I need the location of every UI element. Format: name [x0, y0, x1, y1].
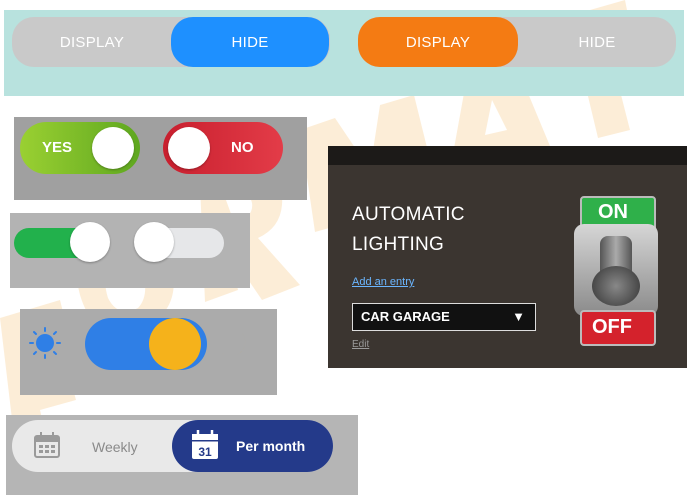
switch-base	[592, 266, 640, 306]
gray-toggle[interactable]	[134, 222, 224, 262]
location-dropdown[interactable]: CAR GARAGE ▼	[352, 303, 536, 331]
weekly-option[interactable]: Weekly	[92, 439, 138, 455]
display-option-2-selected[interactable]: DISPLAY	[358, 17, 518, 67]
lighting-title-line2: LIGHTING	[352, 234, 445, 255]
calendar-day-number: 31	[198, 445, 212, 459]
day-night-toggle[interactable]	[85, 318, 207, 370]
toggle-switch[interactable]: ON OFF	[574, 196, 658, 346]
per-month-option-selected[interactable]: 31 Per month	[172, 420, 333, 472]
hide-label-1: HIDE	[231, 33, 269, 51]
green-toggle-knob	[70, 222, 110, 262]
chevron-down-icon: ▼	[512, 309, 525, 324]
green-toggle[interactable]	[14, 222, 110, 262]
switch-off-label-box: OFF	[580, 310, 656, 346]
sun-icon	[29, 327, 61, 359]
display-label-1: DISPLAY	[59, 33, 125, 51]
display-label-2: DISPLAY	[405, 33, 471, 51]
lighting-title-line1: AUTOMATIC	[352, 204, 465, 225]
switch-off-label: OFF	[592, 316, 632, 338]
per-month-label: Per month	[236, 438, 306, 454]
hide-option-2[interactable]: HIDE	[518, 17, 676, 67]
add-entry-link[interactable]: Add an entry	[352, 276, 414, 288]
calendar-weekly-icon	[34, 432, 60, 458]
no-toggle-knob	[168, 127, 210, 169]
calendar-month-icon: 31	[192, 430, 218, 459]
edit-link[interactable]: Edit	[352, 339, 369, 350]
moon-icon	[222, 331, 246, 357]
gray-toggle-knob	[134, 222, 174, 262]
no-toggle[interactable]: NO	[163, 122, 283, 174]
display-option-1[interactable]: DISPLAY	[12, 17, 172, 67]
panel-top-bar	[328, 146, 687, 165]
no-label: NO	[231, 139, 254, 156]
day-night-toggle-knob	[149, 318, 201, 370]
switch-on-label: ON	[598, 201, 628, 223]
hide-label-2: HIDE	[578, 33, 616, 51]
automatic-lighting-panel: AUTOMATIC LIGHTING Add an entry CAR GARA…	[328, 146, 687, 368]
yes-label: YES	[42, 139, 73, 156]
yes-toggle-knob	[92, 127, 134, 169]
location-dropdown-value: CAR GARAGE	[361, 309, 450, 324]
yes-toggle[interactable]: YES	[20, 122, 140, 174]
hide-option-1-selected[interactable]: HIDE	[171, 17, 329, 67]
